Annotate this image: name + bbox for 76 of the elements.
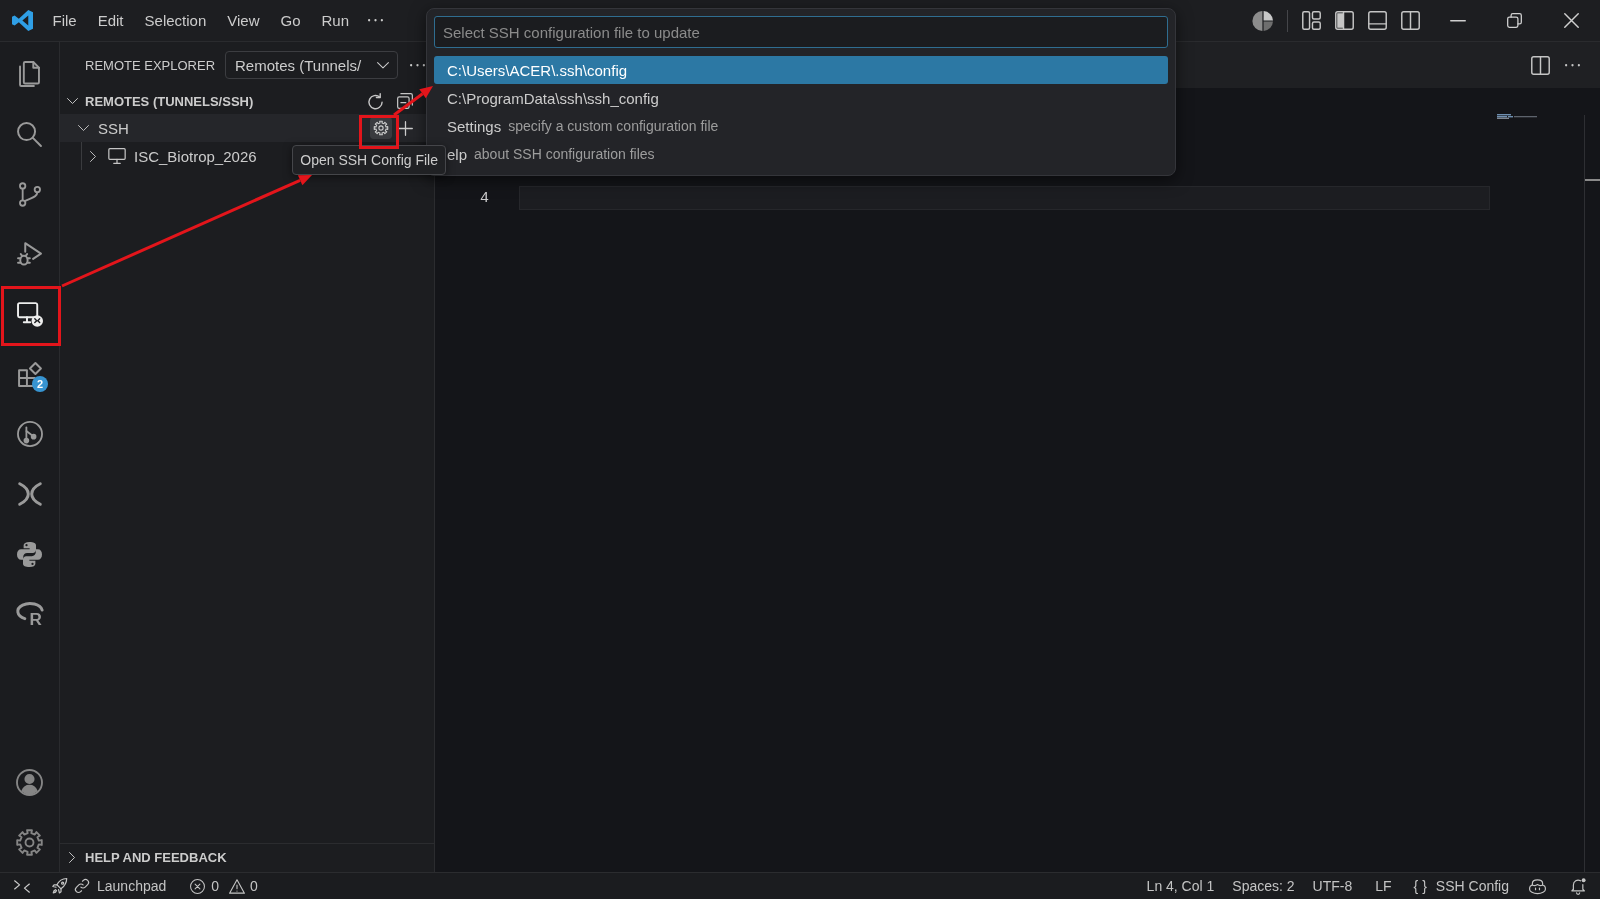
menu-item[interactable]: View xyxy=(216,5,270,36)
restore-icon[interactable] xyxy=(1507,13,1522,28)
split-editor-icon[interactable] xyxy=(1531,55,1550,75)
view-picker-dropdown[interactable]: Remotes (Tunnels/ xyxy=(225,51,399,79)
more-icon[interactable] xyxy=(1565,63,1580,67)
circle-branch-icon[interactable] xyxy=(16,421,43,447)
app-logo-icon xyxy=(12,10,33,31)
tooltip: Open SSH Config File xyxy=(292,145,446,175)
extensions-icon[interactable] xyxy=(17,361,42,387)
tree-item[interactable]: ISC_Biotrop_2026 xyxy=(60,142,257,170)
item-description: specify a custom configuration file xyxy=(508,118,719,134)
braces-symbol[interactable]: { } xyxy=(1413,878,1427,894)
close-icon[interactable] xyxy=(1564,13,1579,28)
menu-item[interactable]: Selection xyxy=(134,5,217,36)
sidebar-toggle-icon[interactable] xyxy=(1335,11,1354,30)
link-icon xyxy=(75,879,89,893)
language-mode[interactable]: SSH Config xyxy=(1435,878,1509,894)
scroll-position-marker xyxy=(1585,179,1600,181)
gear-icon[interactable] xyxy=(370,117,392,139)
menu-item[interactable]: Go xyxy=(270,5,311,36)
menu-item[interactable]: Run xyxy=(311,5,360,36)
python-icon[interactable] xyxy=(17,541,42,567)
refresh-icon[interactable] xyxy=(368,92,383,110)
chevron-down-icon[interactable] xyxy=(66,98,78,104)
bell-icon[interactable] xyxy=(1571,877,1586,895)
secondary-sidebar-icon[interactable] xyxy=(1401,11,1420,30)
minimize-icon[interactable] xyxy=(1449,19,1466,22)
quick-pick-item[interactable]: Settings specify a custom configuration file xyxy=(434,112,1168,140)
account-icon[interactable] xyxy=(16,768,43,796)
encoding-status[interactable]: UTF-8 xyxy=(1312,878,1353,894)
files-icon[interactable] xyxy=(19,61,40,87)
minimap-drawing[interactable] xyxy=(1497,114,1537,119)
more-icon[interactable] xyxy=(367,19,383,22)
highlight-frame xyxy=(1,286,61,346)
tree-item[interactable]: SSH xyxy=(60,114,129,142)
view-title: REMOTE EXPLORER xyxy=(85,57,216,73)
collapse-all-icon[interactable] xyxy=(397,93,413,109)
indentation-status[interactable]: Spaces: 2 xyxy=(1232,878,1295,894)
cursor-position[interactable]: Ln 4, Col 1 xyxy=(1146,878,1215,894)
quick-pick-input[interactable]: Select SSH configuration file to update xyxy=(434,16,1168,48)
error-count[interactable]: 0 xyxy=(211,878,220,894)
monitor-icon xyxy=(108,148,126,164)
plus-icon[interactable] xyxy=(398,120,413,136)
quick-pick-item[interactable]: C:\ProgramData\ssh\ssh_config xyxy=(434,84,1168,112)
panel-toggle-icon[interactable] xyxy=(1368,11,1387,30)
line-ending-status[interactable]: LF xyxy=(1375,878,1392,894)
chevron-right-icon[interactable] xyxy=(90,150,96,162)
menu-item[interactable]: File xyxy=(42,5,88,36)
launchpad-button[interactable]: Launchpad xyxy=(44,878,167,894)
section-header[interactable]: HELP AND FEEDBACK xyxy=(60,844,227,870)
warning-icon[interactable] xyxy=(229,878,246,894)
menu-item[interactable]: Edit xyxy=(87,5,135,36)
chevron-down-icon[interactable] xyxy=(77,125,89,131)
error-icon[interactable] xyxy=(190,878,206,894)
segmented-circle-icon[interactable] xyxy=(1252,10,1273,31)
remote-monitor-icon[interactable] xyxy=(16,301,43,327)
play-bug-icon[interactable] xyxy=(17,242,42,266)
branch-icon[interactable] xyxy=(18,181,41,207)
item-description: about SSH configuration files xyxy=(474,146,655,162)
annotation-arrow xyxy=(393,86,433,117)
line-number: 4 xyxy=(479,189,490,207)
rocket-icon xyxy=(52,878,68,894)
curves-icon[interactable] xyxy=(17,482,42,506)
chevron-down-icon xyxy=(377,61,390,69)
more-icon[interactable] xyxy=(410,63,426,67)
robot-face-icon[interactable] xyxy=(1529,878,1546,894)
warning-count[interactable]: 0 xyxy=(250,878,258,894)
count-badge: 2 xyxy=(32,376,48,392)
remote-connection-icon[interactable] xyxy=(14,879,30,893)
chevron-right-icon[interactable] xyxy=(69,851,75,863)
layout-grid-icon[interactable] xyxy=(1302,11,1321,30)
search-icon[interactable] xyxy=(17,121,42,147)
section-header[interactable]: REMOTES (TUNNELS/SSH) xyxy=(60,88,254,114)
quick-pick-item[interactable]: C:\Users\ACER\.ssh\config xyxy=(434,56,1168,84)
highlight-frame xyxy=(359,115,399,149)
settings-icon[interactable] xyxy=(16,828,43,856)
